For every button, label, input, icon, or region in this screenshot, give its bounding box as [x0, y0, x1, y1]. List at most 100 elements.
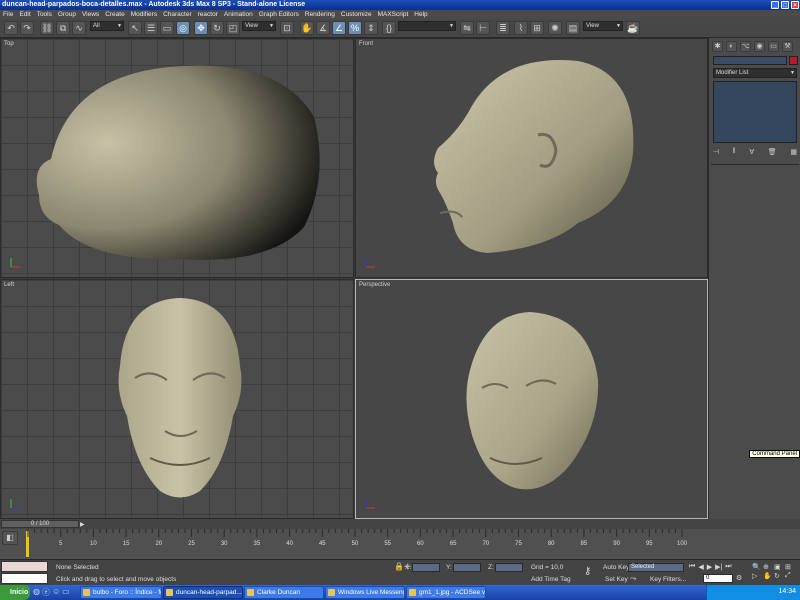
x-coordinate-field[interactable] [412, 563, 440, 572]
percent-snap-icon[interactable]: % [348, 21, 362, 35]
modifier-stack[interactable] [713, 81, 797, 143]
snaps-toggle-icon[interactable]: ∡ [316, 21, 330, 35]
pan-icon[interactable]: ✋ [763, 572, 773, 580]
bind-space-warp-icon[interactable]: ∿ [72, 21, 86, 35]
menu-group[interactable]: Group [58, 10, 76, 19]
modifier-list-dropdown[interactable]: Modifier List [713, 68, 797, 78]
set-key-icon[interactable]: ⚷ [584, 566, 591, 577]
select-manipulate-icon[interactable]: ✋ [300, 21, 314, 35]
y-coordinate-field[interactable] [453, 563, 481, 572]
menu-rendering[interactable]: Rendering [305, 10, 335, 19]
angle-snap-icon[interactable]: ∠ [332, 21, 346, 35]
trackbar-menu-icon[interactable]: ◧ [2, 531, 18, 545]
messenger-icon[interactable]: ☺ [52, 587, 60, 598]
lock-selection-icon[interactable]: 🔒 [394, 562, 404, 571]
menu-file[interactable]: File [3, 10, 13, 19]
select-rotate-icon[interactable]: ↻ [210, 21, 224, 35]
mirror-icon[interactable]: ⇋ [460, 21, 474, 35]
viewport-left[interactable]: Left [0, 279, 354, 519]
viewport-label-top[interactable]: Top [4, 41, 14, 47]
viewport-perspective[interactable]: Perspective [355, 279, 708, 519]
close-button[interactable]: × [791, 1, 799, 9]
select-object-icon[interactable]: ↖ [128, 21, 142, 35]
menu-maxscript[interactable]: MAXScript [378, 10, 409, 19]
menu-modifiers[interactable]: Modifiers [131, 10, 157, 19]
menu-tools[interactable]: Tools [37, 10, 52, 19]
key-mode-dropdown[interactable]: Selected [628, 563, 684, 572]
taskbar-item-acdsee[interactable]: gm1_1.jpg - ACDSee v5.0 [406, 586, 486, 599]
render-view-dropdown[interactable]: View [583, 21, 623, 31]
schematic-view-icon[interactable]: ⊞ [530, 21, 544, 35]
key-filters-button[interactable]: Key Filters... [650, 576, 686, 583]
select-by-name-icon[interactable]: ☰ [144, 21, 158, 35]
pin-stack-icon[interactable]: ⊣ [713, 148, 719, 156]
quick-render-icon[interactable]: ☕ [626, 21, 640, 35]
time-slider[interactable]: 0 / 100 ▶ [0, 519, 800, 529]
current-frame-field[interactable]: 0 [703, 574, 733, 583]
display-tab-icon[interactable]: ▭ [768, 41, 779, 52]
viewport-label-perspective[interactable]: Perspective [359, 282, 390, 288]
select-scale-icon[interactable]: ◰ [226, 21, 240, 35]
arc-rotate-icon[interactable]: ↻ [774, 572, 784, 580]
material-editor-icon[interactable]: ✺ [548, 21, 562, 35]
object-color-swatch[interactable] [789, 56, 798, 65]
configure-sets-icon[interactable]: ▦ [790, 148, 797, 156]
show-desktop-icon[interactable]: ▭ [62, 587, 70, 598]
window-crossing-icon[interactable]: ◎ [176, 21, 190, 35]
zoom-extents-icon[interactable]: ▣ [774, 563, 784, 571]
utilities-tab-icon[interactable]: ⚒ [782, 41, 793, 52]
time-configuration-icon[interactable]: ⚙ [736, 574, 742, 582]
next-frame-icon[interactable]: ▶| [715, 563, 722, 571]
firefox-icon[interactable]: ◍ [33, 587, 40, 598]
viewport-label-front[interactable]: Front [359, 41, 373, 47]
select-link-icon[interactable]: ⛓ [40, 21, 54, 35]
field-of-view-icon[interactable]: ▷ [752, 572, 762, 580]
key-tangent-icon[interactable]: ⤳ [630, 574, 636, 584]
reference-coordinate-dropdown[interactable]: View [242, 21, 276, 31]
object-name-field[interactable] [713, 56, 787, 65]
go-to-start-icon[interactable]: ⏮ [689, 563, 695, 571]
start-button[interactable]: Inicio [0, 585, 30, 600]
redo-icon[interactable]: ↷ [20, 21, 34, 35]
maxscript-input[interactable] [1, 573, 48, 584]
menu-help[interactable]: Help [414, 10, 427, 19]
motion-tab-icon[interactable]: ◉ [754, 41, 765, 52]
create-tab-icon[interactable]: ✱ [712, 41, 723, 52]
unlink-icon[interactable]: ⧉ [56, 21, 70, 35]
viewport-label-left[interactable]: Left [4, 282, 14, 288]
menu-edit[interactable]: Edit [19, 10, 30, 19]
maximize-viewport-icon[interactable]: ⤢ [785, 572, 795, 580]
play-icon[interactable]: ▶ [707, 563, 712, 571]
curve-editor-icon[interactable]: ⌇ [514, 21, 528, 35]
render-scene-icon[interactable]: ▤ [566, 21, 580, 35]
time-slider-next-icon[interactable]: ▶ [80, 521, 85, 528]
time-slider-thumb[interactable]: 0 / 100 [1, 520, 79, 528]
minimize-button[interactable]: _ [771, 1, 779, 9]
taskbar-item-3dsmax[interactable]: duncan-head-parpad... [163, 586, 243, 599]
taskbar-item-messenger[interactable]: Windows Live Messenger [325, 586, 405, 599]
modify-tab-icon[interactable]: ◐ [726, 41, 737, 52]
menu-customize[interactable]: Customize [341, 10, 372, 19]
taskbar-item-forum[interactable]: bulbo - Foro :: Índice - M... [80, 586, 162, 599]
menu-animation[interactable]: Animation [224, 10, 253, 19]
rectangular-selection-icon[interactable]: ▭ [160, 21, 174, 35]
viewport-front[interactable]: Front [355, 38, 708, 278]
spinner-snap-icon[interactable]: ⇕ [364, 21, 378, 35]
maximize-button[interactable]: □ [781, 1, 789, 9]
pivot-center-icon[interactable]: ⊡ [280, 21, 294, 35]
add-time-tag-button[interactable]: Add Time Tag [531, 576, 571, 583]
named-selection-dropdown[interactable] [398, 21, 456, 31]
auto-key-button[interactable]: Auto Key [603, 564, 629, 571]
layer-manager-icon[interactable]: ≣ [496, 21, 510, 35]
menu-graph-editors[interactable]: Graph Editors [259, 10, 299, 19]
zoom-extents-all-icon[interactable]: ⊞ [785, 563, 795, 571]
show-end-result-icon[interactable]: ‖ [733, 148, 736, 156]
hierarchy-tab-icon[interactable]: ⌥ [740, 41, 751, 52]
track-bar[interactable]: ◧ 5 10 15 20 25 30 35 40 45 50 55 60 65 70 75 80 85 90 95 1… [0, 529, 800, 559]
set-key-button[interactable]: Set Key [605, 576, 628, 583]
zoom-icon[interactable]: 🔍 [752, 563, 762, 571]
selection-filter-dropdown[interactable]: All [90, 21, 124, 31]
menu-views[interactable]: Views [82, 10, 99, 19]
z-coordinate-field[interactable] [495, 563, 523, 572]
undo-icon[interactable]: ↶ [4, 21, 18, 35]
